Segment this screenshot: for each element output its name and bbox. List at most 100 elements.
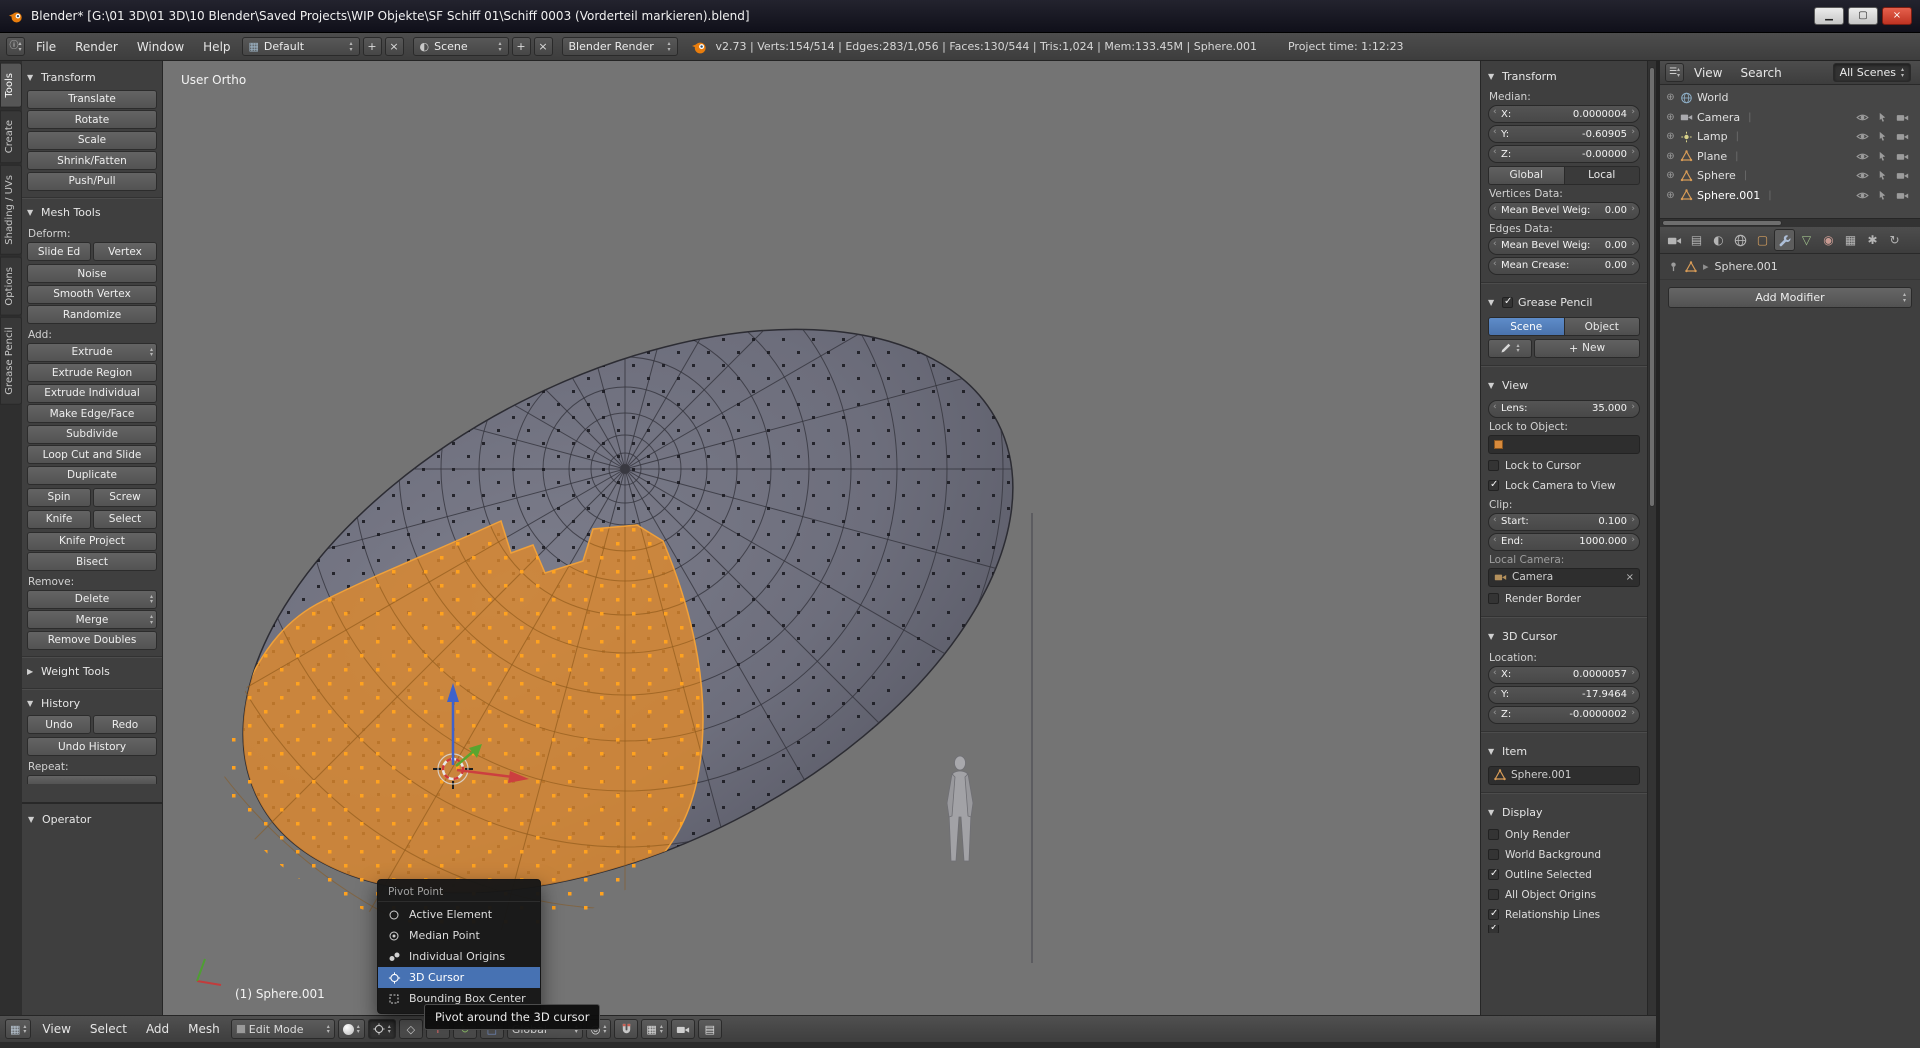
3d-viewport[interactable]: User Ortho (1) Sphere.001 — [163, 61, 1480, 1015]
selectability-pointer-icon[interactable] — [1876, 170, 1889, 181]
tab-object-data[interactable]: ▽ — [1796, 229, 1817, 251]
render-border-row[interactable]: Render Border — [1488, 589, 1640, 609]
tab-grease-pencil[interactable]: Grease Pencil — [0, 317, 22, 405]
outline-selected-checkbox[interactable] — [1488, 869, 1499, 880]
tab-shading-uvs[interactable]: Shading / UVs — [0, 165, 22, 255]
visibility-eye-icon[interactable] — [1856, 131, 1869, 142]
panel-header-mesh-tools[interactable]: ▼Mesh Tools — [27, 202, 157, 223]
remove-doubles-button[interactable]: Remove Doubles — [27, 631, 157, 650]
tab-create[interactable]: Create — [0, 110, 22, 163]
undo-button[interactable]: Undo — [27, 715, 91, 734]
panel-header-transform[interactable]: ▼Transform — [27, 67, 157, 88]
tab-world[interactable] — [1730, 229, 1751, 251]
add-scene-button[interactable]: + — [512, 37, 531, 56]
expand-icon[interactable]: ⊕ — [1665, 170, 1676, 181]
grease-new-layer-button[interactable]: +New — [1534, 339, 1640, 358]
editor-type-selector-outliner[interactable]: ☰▴▾ — [1665, 63, 1684, 82]
n-panel-scrollbar[interactable] — [1647, 61, 1656, 1015]
push-pull-button[interactable]: Push/Pull — [27, 172, 157, 191]
panel-header-history[interactable]: ▼History — [27, 693, 157, 714]
lock-to-cursor-checkbox[interactable] — [1488, 460, 1499, 471]
expand-icon[interactable]: ⊕ — [1665, 190, 1676, 201]
clip-end-field[interactable]: End:1000.000 — [1488, 533, 1640, 551]
knife-select-button[interactable]: Select — [93, 510, 157, 529]
menu-outliner-view[interactable]: View — [1686, 62, 1730, 84]
outliner-h-scrollbar[interactable] — [1660, 218, 1920, 227]
opengl-render-button[interactable] — [671, 1019, 695, 1039]
lock-camera-checkbox[interactable] — [1488, 480, 1499, 491]
merge-button[interactable]: Merge▴▾ — [27, 610, 157, 629]
noise-button[interactable]: Noise — [27, 264, 157, 283]
global-button[interactable]: Global — [1488, 166, 1565, 185]
panel-header-operator[interactable]: ▼Operator — [28, 809, 156, 830]
world-background-checkbox[interactable] — [1488, 849, 1499, 860]
knife-project-button[interactable]: Knife Project — [27, 532, 157, 551]
relationship-lines-row[interactable]: Relationship Lines — [1488, 905, 1640, 925]
median-x-field[interactable]: X:0.0000004 — [1488, 105, 1640, 123]
editor-type-selector-3d[interactable]: ▦▴▾ — [5, 1019, 31, 1039]
only-render-checkbox[interactable] — [1488, 829, 1499, 840]
tab-render-properties[interactable] — [1664, 229, 1685, 251]
grease-object-button[interactable]: Object — [1565, 317, 1641, 336]
outliner-item-plane[interactable]: ⊕Plane| — [1660, 147, 1920, 167]
add-modifier-button[interactable]: Add Modifier▴▾ — [1668, 287, 1912, 308]
repeat-last-button-clipped[interactable] — [27, 775, 157, 784]
selectability-pointer-icon[interactable] — [1876, 131, 1889, 142]
tab-material[interactable]: ◉ — [1818, 229, 1839, 251]
scrollbar-thumb[interactable] — [1649, 67, 1655, 507]
subdivide-button[interactable]: Subdivide — [27, 425, 157, 444]
delete-layout-button[interactable]: × — [385, 37, 404, 56]
grease-pencil-draw-button[interactable]: ▴▾ — [1488, 339, 1532, 358]
outliner-scope-selector[interactable]: All Scenes▴▾ — [1833, 63, 1911, 82]
snap-element-selector[interactable]: ▦▴▾ — [641, 1019, 667, 1039]
slide-edge-button[interactable]: Slide Ed — [27, 242, 91, 261]
undo-history-button[interactable]: Undo History — [27, 737, 157, 756]
scrollbar-thumb[interactable] — [1662, 220, 1782, 226]
spin-button[interactable]: Spin — [27, 488, 91, 507]
duplicate-button[interactable]: Duplicate — [27, 466, 157, 485]
menu-mesh[interactable]: Mesh — [180, 1016, 228, 1042]
selectability-pointer-icon[interactable] — [1876, 190, 1889, 201]
viewport-shading-selector[interactable]: ▴▾ — [338, 1019, 365, 1039]
expand-icon[interactable]: ⊕ — [1665, 131, 1676, 142]
add-layout-button[interactable]: + — [363, 37, 382, 56]
lens-field[interactable]: Lens:35.000 — [1488, 400, 1640, 418]
make-edge-face-button[interactable]: Make Edge/Face — [27, 404, 157, 423]
cursor-z-field[interactable]: Z:-0.0000002 — [1488, 706, 1640, 724]
grease-scene-button[interactable]: Scene — [1488, 317, 1565, 336]
rotate-button[interactable]: Rotate — [27, 110, 157, 129]
screen-layout-selector[interactable]: ▦Default▴▾ — [242, 37, 360, 56]
panel-header-transform[interactable]: ▼Transform — [1488, 64, 1640, 88]
minimize-button[interactable]: ▁ — [1814, 7, 1844, 25]
close-button[interactable]: × — [1882, 7, 1912, 25]
scene-selector[interactable]: ◐Scene▴▾ — [413, 37, 509, 56]
cursor-x-field[interactable]: X:0.0000057 — [1488, 666, 1640, 684]
scale-button[interactable]: Scale — [27, 131, 157, 150]
restriction-toggles[interactable] — [1856, 151, 1915, 162]
panel-header-view[interactable]: ▼View — [1488, 374, 1640, 398]
restriction-toggles[interactable] — [1856, 131, 1915, 142]
screw-button[interactable]: Screw — [93, 488, 157, 507]
edge-bevel-weight-field[interactable]: Mean Bevel Weig:0.00 — [1488, 237, 1640, 255]
tab-options[interactable]: Options — [0, 257, 22, 316]
outline-selected-row[interactable]: Outline Selected — [1488, 865, 1640, 885]
clip-start-field[interactable]: Start:0.100 — [1488, 513, 1640, 531]
item-name-field[interactable]: Sphere.001 — [1488, 766, 1640, 785]
vertex-bevel-weight-field[interactable]: Mean Bevel Weig:0.00 — [1488, 202, 1640, 220]
pivot-point-selector[interactable]: ▴▾ — [368, 1019, 396, 1039]
restriction-toggles[interactable] — [1856, 112, 1915, 123]
knife-button[interactable]: Knife — [27, 510, 91, 529]
visibility-eye-icon[interactable] — [1856, 112, 1869, 123]
redo-button[interactable]: Redo — [93, 715, 157, 734]
grease-pencil-checkbox[interactable] — [1502, 297, 1513, 308]
local-button[interactable]: Local — [1565, 166, 1641, 185]
all-object-origins-row[interactable]: All Object Origins — [1488, 885, 1640, 905]
tab-scene[interactable]: ◐ — [1708, 229, 1729, 251]
mean-crease-field[interactable]: Mean Crease:0.00 — [1488, 257, 1640, 275]
delete-button[interactable]: Delete▴▾ — [27, 590, 157, 609]
loop-cut-slide-button[interactable]: Loop Cut and Slide — [27, 445, 157, 464]
restriction-toggles[interactable] — [1856, 190, 1915, 201]
panel-header-3d-cursor[interactable]: ▼3D Cursor — [1488, 625, 1640, 649]
tab-texture[interactable]: ▦ — [1840, 229, 1861, 251]
tab-render-layers[interactable]: ▤ — [1686, 229, 1707, 251]
